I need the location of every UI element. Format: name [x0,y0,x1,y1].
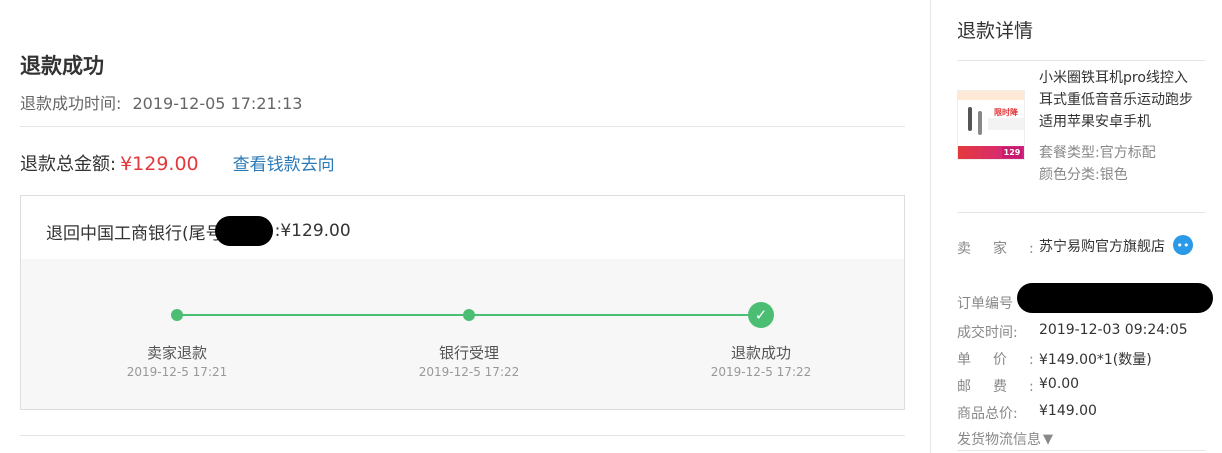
step-label: 银行受理 [438,344,499,362]
divider [957,212,1205,213]
step-seller-refund: 卖家退款 2019-12-5 17:21 [97,342,257,379]
refund-total-amount: ¥129.00 [120,153,199,175]
bank-refund-row: 退回中国工商银行(尾号 :¥129.00 [46,216,351,246]
chat-icon[interactable]: •• [1173,235,1193,255]
deal-time-row: 成交时间: 2019-12-03 09:24:05 [957,322,1207,342]
goods-total-value: ¥149.00 [1039,403,1097,419]
step-date: 2019-12-5 17:21 [126,365,228,379]
redacted-card-mask [214,216,273,246]
seller-name-link[interactable]: 苏宁易购官方旗舰店 [1039,236,1169,258]
step-label: 卖家退款 [146,344,207,362]
refund-progress-box: 退回中国工商银行(尾号 :¥129.00 ✓ 卖家退款 2019-12-5 17… [20,195,905,410]
step-bank-accepted: 银行受理 2019-12-5 17:22 [389,342,549,379]
product-name-link[interactable]: 小米圈铁耳机pro线控入耳式重低音音乐运动跑步适用苹果安卓手机 [1039,67,1199,133]
seller-row: 卖家: 苏宁易购官方旗舰店 [957,238,1207,258]
divider [20,126,905,127]
product-package-type: 套餐类型:官方标配 [1039,145,1156,161]
step-refund-success: 退款成功 2019-12-5 17:22 [681,342,841,379]
divider [957,450,1205,451]
refund-detail-sidebar: 退款详情 限时降20元 129 小米圈铁耳机pro线控入耳式重低音音乐运动跑步适… [930,0,1222,453]
bank-refund-amount: :¥129.00 [274,221,351,241]
step-dot-seller-refund [171,309,183,321]
step-date: 2019-12-5 17:22 [710,365,812,379]
redacted-order-number-mask [1017,283,1213,313]
thumbnail-price: 129 [1002,147,1022,158]
postage-label: 邮费: [957,379,1056,395]
track-money-link[interactable]: 查看钱款去向 [233,150,335,175]
thumbnail-subtext-block [988,118,1024,130]
logistics-info-toggle[interactable]: 发货物流信息 ▼ [957,429,1053,449]
refund-total-row: 退款总金额: ¥129.00 查看钱款去向 [20,150,335,176]
refund-success-time-label: 退款成功时间: [20,94,122,113]
triangle-down-icon: ▼ [1043,431,1053,447]
goods-total-row: 商品总价: ¥149.00 [957,403,1207,423]
earbud-right [978,111,982,135]
unit-price-label: 单价: [957,352,1056,368]
earbud-left [968,107,972,131]
postage-value: ¥0.00 [1039,376,1080,392]
progress-tracker: ✓ 卖家退款 2019-12-5 17:21 银行受理 2019-12-5 17… [21,259,904,409]
deal-time-value: 2019-12-03 09:24:05 [1039,322,1188,338]
step-dot-bank-accepted [463,309,475,321]
thumbnail-tag [958,91,1024,100]
product-thumbnail[interactable]: 限时降20元 129 [957,90,1025,160]
seller-label: 卖家: [957,241,1056,257]
postage-row: 邮费: ¥0.00 [957,376,1207,396]
unit-price-value: ¥149.00*1(数量) [1039,352,1152,368]
deal-time-label: 成交时间: [957,325,1018,341]
step-date: 2019-12-5 17:22 [418,365,520,379]
divider [957,60,1205,61]
refund-success-time-value: 2019-12-05 17:21:13 [132,94,303,113]
refund-success-time: 退款成功时间: 2019-12-05 17:21:13 [20,90,302,114]
divider [20,435,905,436]
product-color: 颜色分类:银色 [1039,167,1128,183]
unit-price-row: 单价: ¥149.00*1(数量) [957,349,1207,369]
refund-main-panel: 退款成功 退款成功时间: 2019-12-05 17:21:13 退款总金额: … [0,0,930,453]
goods-total-label: 商品总价: [957,406,1018,422]
refund-total-label: 退款总金额: [20,154,117,175]
bank-refund-prefix: 退回中国工商银行(尾号 [46,223,223,244]
check-icon: ✓ [748,302,774,328]
logistics-info-label: 发货物流信息 [957,432,1041,448]
step-label: 退款成功 [730,344,791,362]
sidebar-title: 退款详情 [957,20,1034,42]
page-title: 退款成功 [20,54,104,78]
